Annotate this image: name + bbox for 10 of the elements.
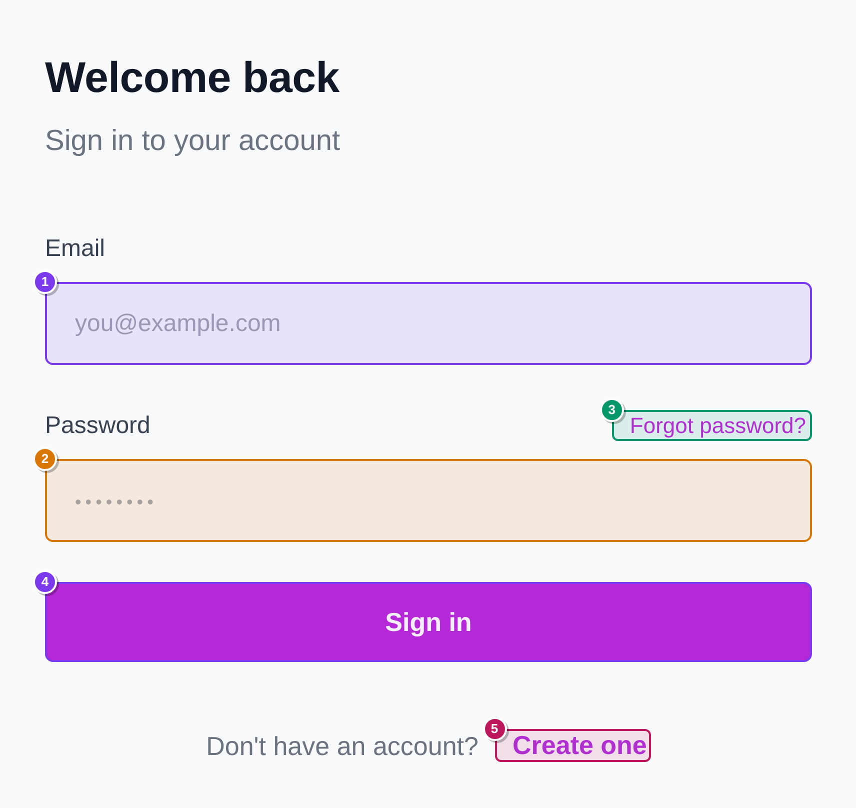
field-label: Email	[45, 234, 106, 264]
page-title: Welcome back	[45, 53, 340, 103]
page-subtitle: Sign in to your account	[45, 124, 340, 158]
annotation-marker: 3	[600, 398, 624, 422]
annotation-marker: 5	[482, 717, 506, 741]
annotation-marker: 1	[33, 270, 57, 294]
field-label: Password	[45, 410, 150, 440]
footer-text: Don't have an account?	[206, 730, 478, 762]
annotation-marker: 2	[33, 447, 57, 471]
annotation-marker: 4	[33, 570, 57, 594]
